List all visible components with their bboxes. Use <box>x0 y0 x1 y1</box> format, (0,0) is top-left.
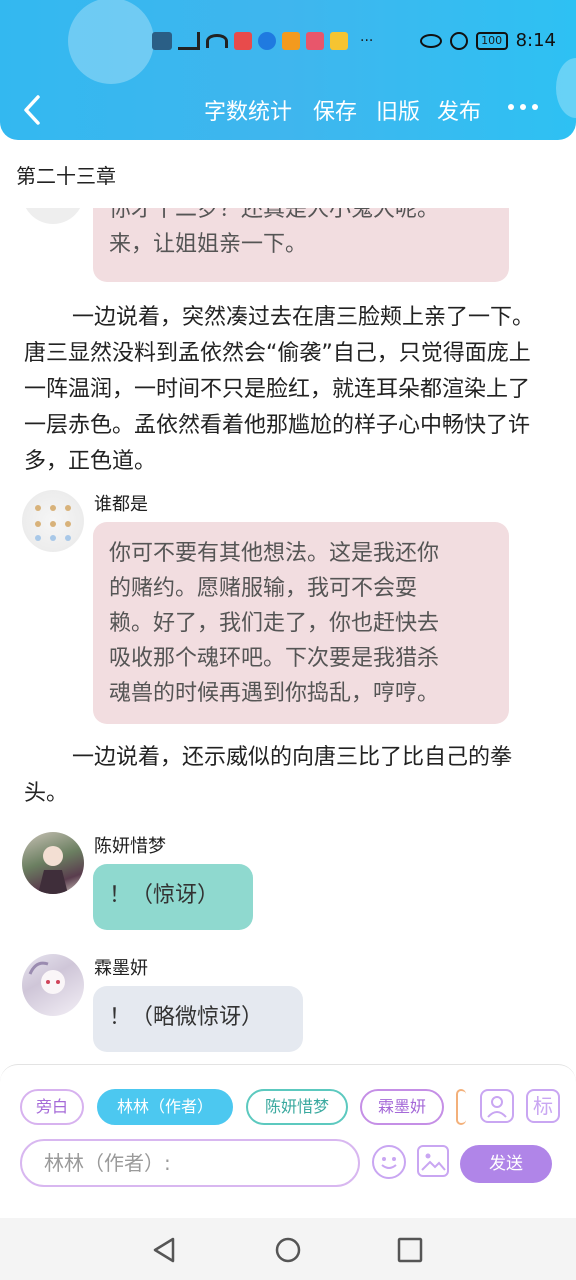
avatar[interactable] <box>22 954 84 1016</box>
app-header: ··· 100 8:14 字数统计 保存 旧版 发布 <box>0 0 576 140</box>
avatar[interactable] <box>22 208 84 224</box>
back-button[interactable] <box>18 92 48 128</box>
dot-icon <box>508 104 514 110</box>
publish-button[interactable]: 发布 <box>437 94 481 126</box>
hd-icon <box>152 32 172 50</box>
chevron-left-icon <box>24 95 40 125</box>
message-line: 魂兽的时候再遇到你捣乱，哼哼。 <box>109 681 440 706</box>
composer-panel: 旁白 林林（作者） 陈妍惜梦 霖墨妍 标 林林（作者）: 发送 <box>0 1064 576 1218</box>
message-line: 来，让姐姐亲一下。 <box>109 232 308 257</box>
role-chip-partial[interactable] <box>456 1089 466 1125</box>
role-chip-linmoyan[interactable]: 霖墨妍 <box>360 1089 444 1125</box>
nav-back-button[interactable] <box>151 1236 179 1264</box>
dot-icon <box>520 104 526 110</box>
speaker-name: 谁都是 <box>94 494 148 515</box>
emoji-button[interactable] <box>372 1145 406 1179</box>
message-bubble[interactable]: ！（略微惊讶） <box>93 986 303 1052</box>
more-notifications-icon: ··· <box>360 33 374 49</box>
speaker-name: 霖墨妍 <box>94 958 148 979</box>
battery-icon: 100 <box>475 31 508 50</box>
nav-recents-button[interactable] <box>396 1236 424 1264</box>
message-line: 你可不要有其他想法。这是我还你 <box>109 541 440 566</box>
app-notification-icon <box>330 32 348 50</box>
image-icon <box>421 1153 446 1171</box>
message-line: 你才十二岁？还真是人小鬼大呢。 <box>109 208 440 222</box>
message-bubble[interactable]: 你才十二岁？还真是人小鬼大呢。 来，让姐姐亲一下。 <box>93 208 509 282</box>
narration-paragraph[interactable]: 一边说着，突然凑过去在唐三脸颊上亲了一下。唐三显然没料到孟依然会“偷袭”自己，只… <box>24 300 544 480</box>
toolbar: 字数统计 保存 旧版 发布 <box>0 88 576 134</box>
smiley-icon <box>381 1157 397 1169</box>
alarm-icon <box>449 31 468 50</box>
word-count-button[interactable]: 字数统计 <box>204 94 292 126</box>
mark-icon: 标 <box>533 1094 553 1118</box>
app-notification-icon <box>306 32 324 50</box>
story-content[interactable]: 你才十二岁？还真是人小鬼大呢。 来，让姐姐亲一下。 一边说着，突然凑过去在唐三脸… <box>0 208 576 1064</box>
message-line: ！（略微惊讶） <box>109 1005 264 1030</box>
dot-icon <box>532 104 538 110</box>
message-line: 的赌约。愿赌服输，我可不会耍 <box>109 576 418 601</box>
app-notification-icon <box>234 32 252 50</box>
signal-icon <box>178 32 200 50</box>
app-notification-icon <box>258 32 276 50</box>
speaker-name: 陈妍惜梦 <box>94 836 166 857</box>
more-options-button[interactable] <box>508 104 538 114</box>
eye-icon <box>419 33 442 48</box>
mark-button[interactable]: 标 <box>526 1089 560 1123</box>
chapter-title: 第二十三章 <box>16 164 116 188</box>
circle-home-icon <box>275 1237 301 1263</box>
send-button[interactable]: 发送 <box>460 1145 552 1183</box>
app-notification-icon <box>282 32 300 50</box>
status-bar: ··· 100 8:14 <box>0 30 576 58</box>
image-button[interactable] <box>417 1145 449 1177</box>
narration-paragraph[interactable]: 一边说着，还示威似的向唐三比了比自己的拳头。 <box>24 740 544 812</box>
role-chip-author[interactable]: 林林（作者） <box>97 1089 233 1125</box>
role-chip-chenyan[interactable]: 陈妍惜梦 <box>246 1089 348 1125</box>
message-line: 吸收那个魂环吧。下次要是我猎杀 <box>109 646 440 671</box>
role-chip-narrator[interactable]: 旁白 <box>20 1089 84 1125</box>
system-nav-bar <box>0 1218 576 1280</box>
wifi-icon <box>206 34 228 48</box>
message-line: 赖。好了，我们走了，你也赶快去 <box>109 611 440 636</box>
message-bubble[interactable]: 你可不要有其他想法。这是我还你 的赌约。愿赌服输，我可不会耍 赖。好了，我们走了… <box>93 522 509 724</box>
person-icon <box>487 1096 507 1118</box>
avatar-image-icon <box>28 961 65 994</box>
square-recents-icon <box>397 1237 423 1263</box>
avatar[interactable] <box>22 490 84 552</box>
triangle-back-icon <box>153 1237 175 1263</box>
avatar-image-icon <box>38 846 68 894</box>
message-bubble[interactable]: ！（惊讶） <box>93 864 253 930</box>
avatar-image-icon <box>35 505 71 541</box>
add-role-button[interactable] <box>480 1089 514 1123</box>
message-input[interactable]: 林林（作者）: <box>20 1139 360 1187</box>
status-icons: ··· <box>152 32 373 50</box>
old-version-button[interactable]: 旧版 <box>376 94 420 126</box>
status-right: 100 8:14 <box>419 30 556 51</box>
message-line: ！（惊讶） <box>109 883 220 908</box>
nav-home-button[interactable] <box>274 1236 302 1264</box>
avatar[interactable] <box>22 832 84 894</box>
clock: 8:14 <box>515 30 556 51</box>
save-button[interactable]: 保存 <box>313 94 357 126</box>
